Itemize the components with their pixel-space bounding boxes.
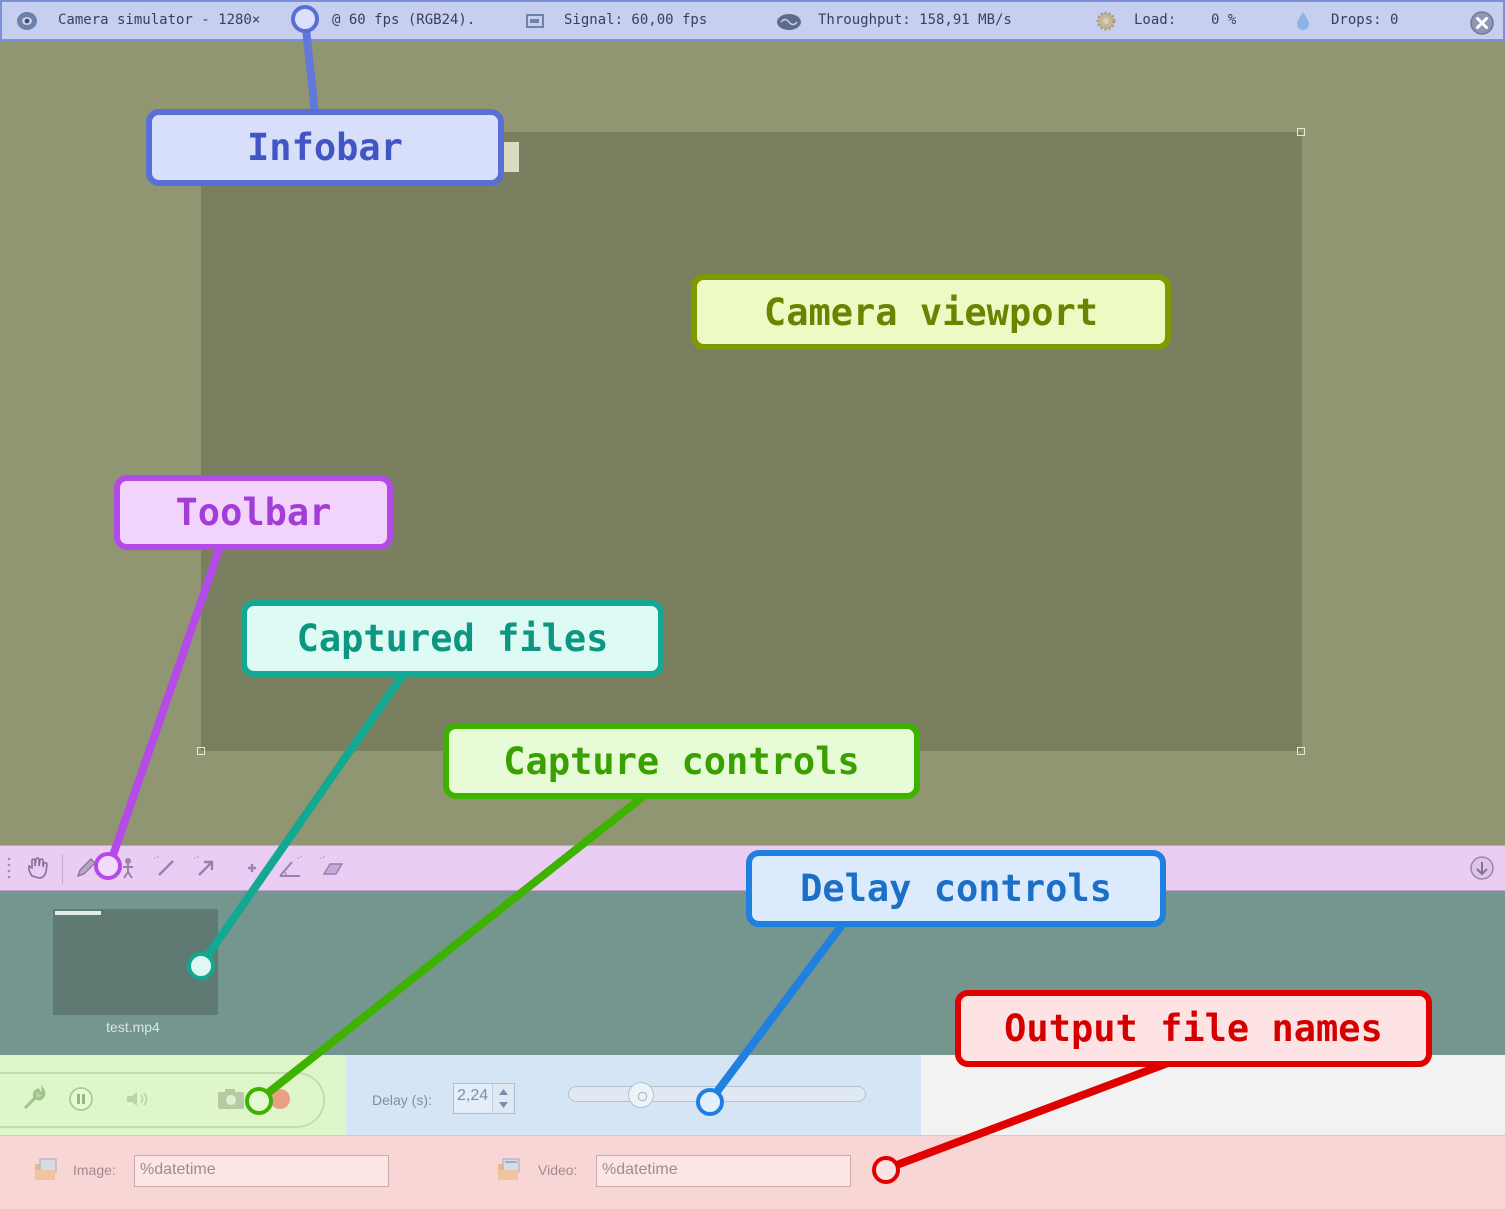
callout-infobar: Infobar [146, 109, 504, 186]
image-label: Image: [73, 1162, 116, 1178]
spin-down-icon[interactable] [498, 1101, 509, 1109]
callout-toolbar: Toolbar [114, 475, 393, 550]
callout-capture-controls: Capture controls [443, 723, 920, 799]
settings-wrench-icon[interactable] [20, 1085, 48, 1113]
person-icon[interactable] [114, 854, 142, 882]
video-folder-icon[interactable] [494, 1156, 522, 1184]
drop-icon [1297, 12, 1309, 30]
callout-output-file-names: Output file names [955, 990, 1432, 1067]
camera-snapshot-icon[interactable] [216, 1085, 246, 1113]
fps-info-text: @ 60 fps (RGB24). [332, 12, 476, 28]
delay-spinner[interactable] [492, 1084, 514, 1113]
callout-camera-viewport: Camera viewport [691, 274, 1171, 350]
video-label: Video: [538, 1162, 578, 1178]
hand-icon[interactable] [24, 854, 52, 882]
load-value: 0 % [1211, 12, 1237, 28]
delay-slider-thumb[interactable] [627, 1082, 654, 1108]
gear-load-icon [1096, 11, 1116, 31]
cross-icon[interactable] [238, 854, 266, 882]
callout-delay-controls: Delay controls [746, 850, 1166, 927]
resize-handle-bottom-right[interactable] [1297, 747, 1305, 755]
captured-file-thumbnail[interactable] [53, 909, 218, 1015]
grip-handle-icon[interactable] [6, 856, 12, 882]
capture-controls [0, 1055, 346, 1135]
delay-value[interactable]: 2,24 [457, 1087, 488, 1104]
camera-info-text: Camera simulator - 1280× [58, 12, 261, 28]
callout-captured-files: Captured files [241, 600, 664, 677]
camera-icon [17, 12, 37, 30]
infobar: Camera simulator - 1280× @ 60 fps (RGB24… [0, 0, 1505, 41]
load-label: Load: [1134, 12, 1177, 28]
signal-monitor-icon [526, 14, 544, 28]
captured-file-name: test.mp4 [106, 1019, 160, 1035]
record-icon[interactable] [266, 1086, 294, 1112]
osd-marker [504, 142, 519, 172]
image-folder-icon[interactable] [31, 1156, 59, 1184]
plane-icon[interactable] [318, 854, 346, 882]
throughput-text: Throughput: 158,91 MB/s [818, 12, 1012, 28]
delay-input[interactable]: 2,24 [453, 1083, 515, 1114]
collapse-icon[interactable] [1468, 854, 1496, 882]
line-icon[interactable] [152, 854, 180, 882]
image-filename-input[interactable]: %datetime [134, 1155, 389, 1187]
controls-empty-area [921, 1055, 1505, 1135]
pause-icon[interactable] [68, 1086, 94, 1112]
pencil-icon[interactable] [72, 854, 100, 882]
speaker-icon[interactable] [124, 1086, 152, 1112]
delay-slider-track[interactable] [568, 1086, 866, 1102]
spin-up-icon[interactable] [498, 1088, 509, 1096]
delay-controls: Delay (s): 2,24 [346, 1055, 921, 1135]
close-icon[interactable] [1469, 10, 1495, 36]
arrow-icon[interactable] [192, 854, 220, 882]
thumbnail-progress-bar [55, 911, 101, 915]
angle-icon[interactable] [276, 854, 304, 882]
video-filename-input[interactable]: %datetime [596, 1155, 851, 1187]
resize-handle-top-right[interactable] [1297, 128, 1305, 136]
brain-icon [777, 14, 801, 30]
signal-text: Signal: 60,00 fps [564, 12, 708, 28]
drops-text: Drops: 0 [1331, 12, 1399, 28]
output-file-names: Image: %datetime Video: %datetime [0, 1135, 1505, 1209]
delay-label: Delay (s): [372, 1092, 432, 1108]
resize-handle-bottom-left[interactable] [197, 747, 205, 755]
toolbar-separator [62, 854, 63, 884]
